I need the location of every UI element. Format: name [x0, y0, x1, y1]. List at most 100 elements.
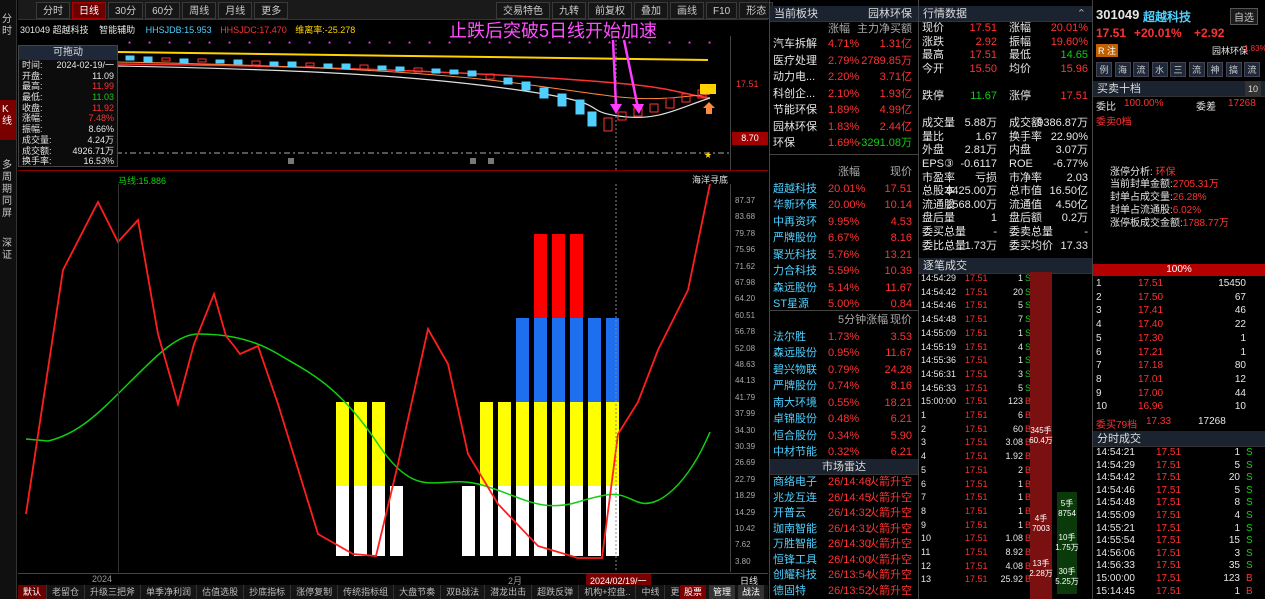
bottom-tab-5[interactable]: 抄底指标 — [244, 585, 292, 599]
sector-row[interactable]: 环保 1.69% -3291.08万 — [770, 135, 918, 152]
five-min-row[interactable]: 卓锦股份 0.48% 6.21 — [770, 411, 918, 428]
bottom-tab-12[interactable]: 机构+控盘.. — [579, 585, 637, 599]
tick-row: 14:56:31 17.51 3 S — [921, 368, 1032, 379]
leader-row[interactable]: 聚光科技 5.76% 13.21 — [770, 247, 918, 264]
five-min-row[interactable]: 严牌股份 0.74% 8.16 — [770, 378, 918, 395]
candle — [143, 56, 153, 63]
info-box-title[interactable]: 可拖动 — [19, 46, 117, 60]
buy-level-row[interactable]: 3 17.41 46 — [1094, 304, 1265, 318]
sector-row[interactable]: 动力电... 2.20% 3.71亿 — [770, 69, 918, 86]
quick-btn-2[interactable]: 流 — [1133, 62, 1149, 77]
bottom-tab-2[interactable]: 升级三把斧 — [85, 585, 142, 599]
leader-row[interactable]: 力合科技 5.59% 10.39 — [770, 263, 918, 280]
toolbar-right-btn-5[interactable]: F10 — [706, 2, 738, 19]
bottom-tab-13[interactable]: 中线 — [636, 585, 666, 599]
stock-tags: R 注 园林环保 1.83% — [1094, 44, 1265, 58]
bottom-tab-0[interactable]: 默认 — [18, 585, 48, 599]
toolbar-btn-1[interactable]: 日线 — [72, 2, 106, 19]
sector-row[interactable]: 节能环保 1.89% 4.99亿 — [770, 102, 918, 119]
quote-row: 成交量 5.88万 成交额 9386.87万 — [922, 117, 1088, 130]
quick-btn-7[interactable]: 搞 — [1225, 62, 1242, 77]
bottom-tab-3[interactable]: 单季净利润 — [141, 585, 198, 599]
collapse-icon[interactable]: ⌃ — [1077, 6, 1086, 22]
indicator-name[interactable]: 智能辅助 — [99, 25, 135, 35]
bottom-tab-7[interactable]: 传统指标组 — [338, 585, 395, 599]
quick-btn-0[interactable]: 例 — [1096, 62, 1112, 77]
candle — [161, 57, 171, 62]
indicator-chart[interactable] — [18, 184, 730, 572]
leader-row[interactable]: 森远股份 5.14% 11.67 — [770, 280, 918, 297]
bottom-tab-6[interactable]: 涨停复制 — [291, 585, 339, 599]
toolbar-btn-2[interactable]: 30分 — [108, 2, 144, 19]
toolbar-btn-4[interactable]: 周线 — [182, 2, 217, 19]
indicator-axis: 87.37 83.68 79.78 75.96 71.62 67.98 64.20 60.51… — [730, 184, 768, 572]
leader-row[interactable]: 超越科技 20.01% 17.51 — [770, 181, 918, 198]
buy-level-row[interactable]: 1 17.51 15450 — [1094, 277, 1265, 291]
five-min-row[interactable]: 南大环境 0.55% 18.21 — [770, 395, 918, 412]
stock-sector[interactable]: 园林环保 — [1212, 44, 1248, 57]
radar-row[interactable]: 创耀科技 26/13:54 火箭升空 — [770, 568, 918, 584]
buy-level-row[interactable]: 10 16.96 10 — [1094, 400, 1265, 414]
tab-fenshi[interactable]: 分时 — [2, 14, 15, 38]
toolbar-btn-6[interactable]: 更多 — [254, 2, 289, 19]
five-min-row[interactable]: 碧兴物联 0.79% 24.28 — [770, 362, 918, 379]
radar-row[interactable]: 珈南智能 26/14:31 火箭升空 — [770, 522, 918, 538]
stock-tag[interactable]: R 注 — [1096, 44, 1119, 57]
bottom-right-btn-1[interactable]: 管理 — [708, 585, 735, 599]
bottom-tab-9[interactable]: 双B战法 — [441, 585, 486, 599]
sector-row[interactable]: 园林环保 1.83% 2.44亿 — [770, 119, 918, 136]
orderbook-count[interactable]: 10 — [1244, 81, 1261, 97]
radar-row[interactable]: 开普云 26/14:32 火箭升空 — [770, 506, 918, 522]
bottom-tab-10[interactable]: 潜龙出击 — [485, 585, 533, 599]
quick-btn-8[interactable]: 流 — [1244, 62, 1260, 77]
quick-btn-6[interactable]: 神 — [1207, 62, 1223, 77]
radar-row[interactable]: 兆龙互连 26/14:45 火箭升空 — [770, 491, 918, 507]
add-watchlist-button[interactable]: 自选 — [1230, 8, 1258, 25]
indicator-bar — [552, 486, 565, 556]
five-min-row[interactable]: 恒合股份 0.34% 5.90 — [770, 428, 918, 445]
candle — [557, 93, 567, 107]
quick-btn-1[interactable]: 海 — [1114, 62, 1131, 77]
bottom-tab-4[interactable]: 估值选股 — [197, 585, 245, 599]
toolbar-btn-0[interactable]: 分时 — [36, 2, 70, 19]
toolbar-btn-5[interactable]: 月线 — [218, 2, 253, 19]
leader-row[interactable]: 严牌股份 6.67% 8.16 — [770, 230, 918, 247]
sector-right[interactable]: 园林环保 — [868, 6, 912, 22]
quick-btn-3[interactable]: 水 — [1151, 62, 1168, 77]
buy-level-row[interactable]: 9 17.00 44 — [1094, 387, 1265, 401]
sector-row[interactable]: 医疗处理 2.79% 2789.85万 — [770, 53, 918, 70]
buy-level-row[interactable]: 6 17.21 1 — [1094, 346, 1265, 360]
leader-row[interactable]: 华新环保 20.00% 10.14 — [770, 197, 918, 214]
radar-row[interactable]: 商络电子 26/14:46 火箭升空 — [770, 475, 918, 491]
bottom-right-btn-2[interactable]: 战法 — [737, 585, 764, 599]
tab-shenzhen[interactable]: 深证 — [2, 238, 15, 262]
toolbar-right-btn-4[interactable]: 画线 — [670, 2, 704, 19]
radar-row[interactable]: 德固特 26/13:52 火箭升空 — [770, 584, 918, 599]
toolbar-btn-3[interactable]: 60分 — [145, 2, 181, 19]
event-marker[interactable] — [488, 158, 494, 164]
leader-row[interactable]: 中再资环 9.95% 4.53 — [770, 214, 918, 231]
sector-row[interactable]: 科创企... 2.10% 1.93亿 — [770, 86, 918, 103]
tab-kline[interactable]: K线 — [0, 100, 16, 140]
quick-btn-5[interactable]: 流 — [1188, 62, 1205, 77]
bottom-tab-11[interactable]: 超跌反弹 — [532, 585, 580, 599]
sector-row[interactable]: 汽车拆解 4.71% 1.31亿 — [770, 36, 918, 53]
radar-row[interactable]: 恒锋工具 26/14:00 火箭升空 — [770, 553, 918, 569]
tab-multi-period[interactable]: 多周期同屏 — [2, 160, 15, 220]
bottom-tab-1[interactable]: 老留仓 — [47, 585, 86, 599]
quick-btn-4[interactable]: 三 — [1170, 62, 1186, 77]
kline-chart[interactable]: * * * * * * * * * * * * * * * * * * * * * * * * * * * * * *★ — [18, 36, 730, 170]
info-box[interactable]: 可拖动 时间: 2024-02-19/一 开盘: 11.09 最高: 11.99 最低: 11… — [18, 45, 118, 167]
buy-level-row[interactable]: 2 17.50 67 — [1094, 291, 1265, 305]
buy-level-row[interactable]: 5 17.30 1 — [1094, 332, 1265, 346]
event-marker[interactable] — [288, 158, 294, 164]
bottom-right-btn-0[interactable]: 股票 — [679, 585, 706, 599]
buy-level-row[interactable]: 4 17.40 22 — [1094, 318, 1265, 332]
event-marker[interactable] — [470, 158, 476, 164]
five-min-row[interactable]: 法尔胜 1.73% 3.53 — [770, 329, 918, 346]
buy-level-row[interactable]: 7 17.18 80 — [1094, 359, 1265, 373]
bottom-tab-8[interactable]: 大盘节奏 — [394, 585, 442, 599]
radar-row[interactable]: 万胜智能 26/14:30 火箭升空 — [770, 537, 918, 553]
five-min-row[interactable]: 森远股份 0.95% 11.67 — [770, 345, 918, 362]
buy-level-row[interactable]: 8 17.01 12 — [1094, 373, 1265, 387]
